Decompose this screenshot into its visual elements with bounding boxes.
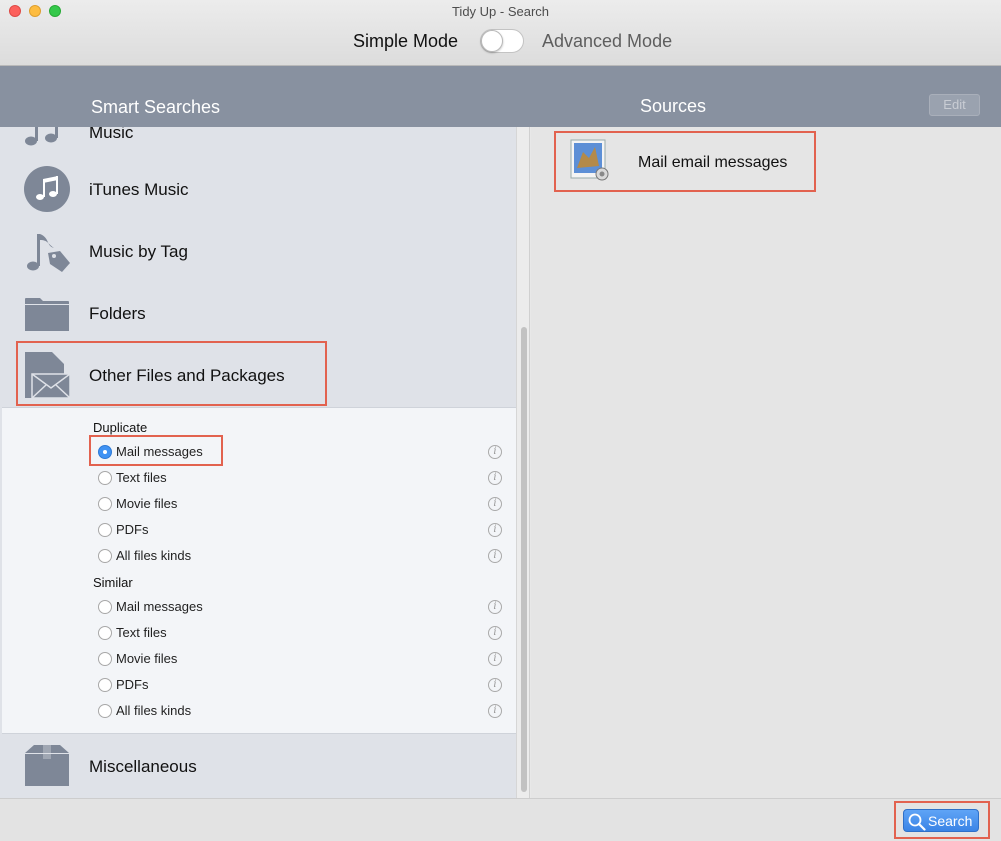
info-icon[interactable]: i xyxy=(488,626,502,640)
smart-search-music-by-tag[interactable]: Music by Tag xyxy=(0,220,516,282)
smart-search-music[interactable]: Music xyxy=(0,127,516,158)
option-label: All files kinds xyxy=(116,703,192,718)
duplicate-group-title: Duplicate xyxy=(93,420,148,435)
scrollbar[interactable] xyxy=(516,127,530,798)
search-button-label: Search xyxy=(928,813,973,829)
edit-button[interactable]: Edit xyxy=(929,94,980,116)
advanced-mode-label: Advanced Mode xyxy=(542,31,673,51)
info-icon[interactable]: i xyxy=(488,549,502,563)
search-options-panel: Duplicate Mail messages i Text files i M… xyxy=(2,407,516,734)
footer-bar: Search xyxy=(0,798,1001,841)
similar-option-all-files-kinds[interactable]: All files kinds i xyxy=(98,701,502,721)
panel-header: Smart Searches Sources Edit xyxy=(0,66,1001,127)
sources-panel: Mail email messages xyxy=(531,127,1001,798)
smart-search-folders[interactable]: Folders xyxy=(0,282,516,344)
radio-button[interactable] xyxy=(98,678,112,692)
option-label: Mail messages xyxy=(116,444,203,459)
option-label: PDFs xyxy=(116,677,149,692)
smart-search-label: Folders xyxy=(89,304,146,323)
smart-search-miscellaneous[interactable]: Miscellaneous xyxy=(0,735,516,797)
itunes-icon xyxy=(24,166,70,212)
duplicate-option-pdfs[interactable]: PDFs i xyxy=(98,520,502,540)
radio-button[interactable] xyxy=(98,652,112,666)
similar-option-mail-messages[interactable]: Mail messages i xyxy=(98,597,502,617)
option-label: Mail messages xyxy=(116,599,203,614)
mail-app-icon xyxy=(570,139,609,181)
info-icon[interactable]: i xyxy=(488,704,502,718)
option-label: Movie files xyxy=(116,496,178,511)
document-mail-icon xyxy=(25,352,70,398)
duplicate-option-movie-files[interactable]: Movie files i xyxy=(98,494,502,514)
option-label: PDFs xyxy=(116,522,149,537)
radio-button[interactable] xyxy=(98,523,112,537)
info-icon[interactable]: i xyxy=(488,523,502,537)
smart-search-label: Other Files and Packages xyxy=(89,366,285,385)
option-label: Text files xyxy=(116,470,167,485)
title-bar: Tidy Up - Search Simple Mode Advanced Mo… xyxy=(0,0,1001,66)
info-icon[interactable]: i xyxy=(488,445,502,459)
radio-button[interactable] xyxy=(98,704,112,718)
box-icon xyxy=(25,745,69,786)
smart-search-itunes-music[interactable]: iTunes Music xyxy=(0,158,516,220)
source-mail-email-messages[interactable]: Mail email messages xyxy=(555,132,815,189)
magnifier-icon xyxy=(908,813,926,831)
smart-searches-title: Smart Searches xyxy=(91,97,221,117)
smart-searches-list: Music iTunes Music Music by Tag Folders … xyxy=(0,127,516,798)
smart-search-label: Miscellaneous xyxy=(89,757,197,776)
smart-search-label: iTunes Music xyxy=(89,180,189,199)
similar-group-title: Similar xyxy=(93,575,133,590)
smart-search-other-files-and-packages[interactable]: Other Files and Packages xyxy=(0,344,516,406)
folder-icon xyxy=(25,298,69,331)
smart-search-label: Music xyxy=(89,127,134,142)
option-label: All files kinds xyxy=(116,548,192,563)
simple-mode-label: Simple Mode xyxy=(353,31,459,51)
search-button[interactable]: Search xyxy=(903,809,979,832)
radio-button[interactable] xyxy=(98,626,112,640)
option-label: Text files xyxy=(116,625,167,640)
similar-option-pdfs[interactable]: PDFs i xyxy=(98,675,502,695)
source-label: Mail email messages xyxy=(638,154,788,171)
scrollbar-thumb[interactable] xyxy=(521,327,527,792)
music-tag-icon xyxy=(27,234,70,272)
smart-search-label: Music by Tag xyxy=(89,242,188,261)
radio-button[interactable] xyxy=(98,497,112,511)
radio-button[interactable] xyxy=(98,549,112,563)
info-icon[interactable]: i xyxy=(488,497,502,511)
radio-button[interactable] xyxy=(98,471,112,485)
radio-button[interactable] xyxy=(98,600,112,614)
radio-button[interactable] xyxy=(98,445,112,459)
mode-toggle-knob xyxy=(481,30,503,52)
window-title: Tidy Up - Search xyxy=(451,4,550,19)
duplicate-option-text-files[interactable]: Text files i xyxy=(98,468,502,488)
info-icon[interactable]: i xyxy=(488,678,502,692)
duplicate-option-mail-messages[interactable]: Mail messages i xyxy=(98,442,502,462)
music-note-icon xyxy=(25,127,58,146)
mode-toggle[interactable] xyxy=(480,29,524,53)
sources-title: Sources xyxy=(640,96,707,116)
info-icon[interactable]: i xyxy=(488,471,502,485)
similar-option-movie-files[interactable]: Movie files i xyxy=(98,649,502,669)
info-icon[interactable]: i xyxy=(488,652,502,666)
info-icon[interactable]: i xyxy=(488,600,502,614)
similar-option-text-files[interactable]: Text files i xyxy=(98,623,502,643)
option-label: Movie files xyxy=(116,651,178,666)
duplicate-option-all-files-kinds[interactable]: All files kinds i xyxy=(98,546,502,566)
